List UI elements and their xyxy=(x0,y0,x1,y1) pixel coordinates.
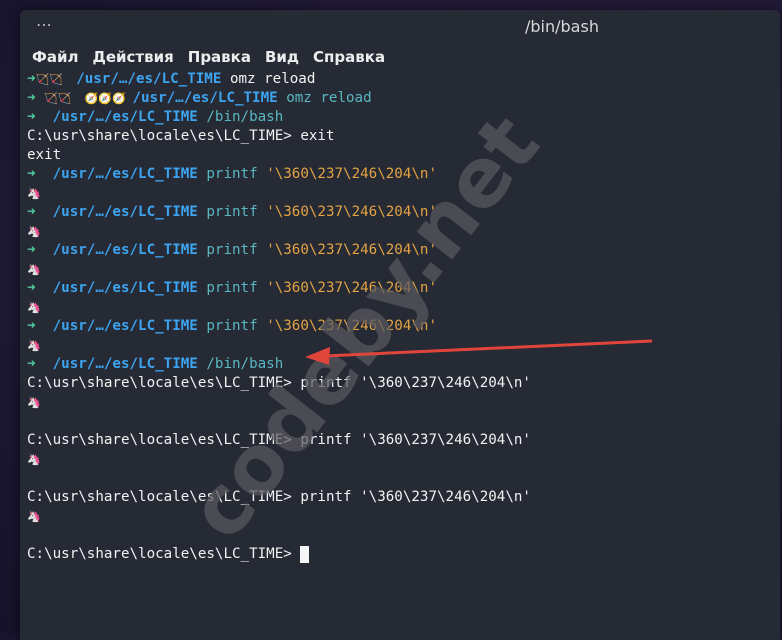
annotation-arrow xyxy=(305,339,653,365)
